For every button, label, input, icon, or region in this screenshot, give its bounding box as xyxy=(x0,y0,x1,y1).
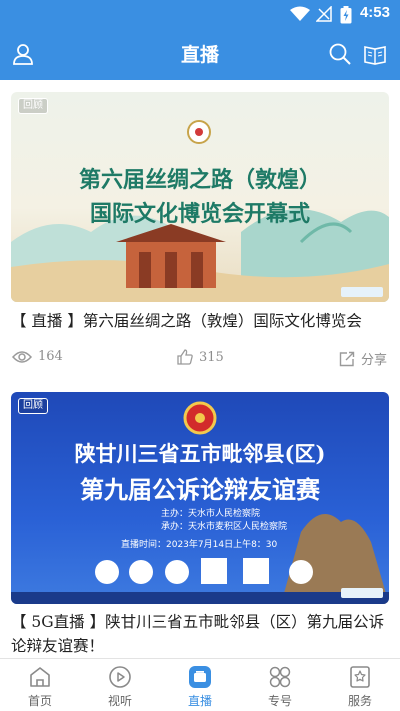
tab-video[interactable]: 视听 xyxy=(80,659,160,711)
play-icon xyxy=(109,666,131,688)
tab-label: 直播 xyxy=(187,694,212,708)
poster-subheadline: 第九届公诉论辩友谊赛 xyxy=(80,475,320,504)
poster-headline: 陕甘川三省五市毗邻县(区) xyxy=(74,441,326,466)
card-thumbnail[interactable]: 陕甘川三省五市毗邻县(区) 第九届公诉论辩友谊赛 主办：天水市人民检察院 承办：… xyxy=(11,392,389,604)
card-title[interactable]: 【 直播 】第六届丝绸之路（敦煌）国际文化博览会 xyxy=(11,309,391,333)
share-label: 分享 xyxy=(361,353,388,368)
eye-icon xyxy=(12,350,32,363)
service-icon xyxy=(350,666,370,688)
app-header: 直播 xyxy=(0,28,400,80)
card-stats: 164 315 分享 xyxy=(12,349,388,369)
reading-icon[interactable] xyxy=(363,42,387,66)
replay-badge: 回顾 xyxy=(18,398,48,414)
tab-home[interactable]: 首页 xyxy=(0,659,80,711)
thumbs-up-icon xyxy=(177,349,193,365)
share-icon xyxy=(339,351,355,366)
home-icon xyxy=(30,667,50,687)
tab-live[interactable]: 直播 xyxy=(160,659,240,711)
tab-label: 专号 xyxy=(267,694,292,708)
live-card[interactable]: 第六届丝绸之路（敦煌） 国际文化博览会开幕式 回顾 【 直播 】第六届丝绸之路（… xyxy=(0,80,400,380)
share-button[interactable]: 分享 xyxy=(339,349,387,368)
status-time: 4:53 xyxy=(359,4,390,21)
replay-badge: 回顾 xyxy=(18,98,48,114)
poster-subheadline: 国际文化博览会开幕式 xyxy=(89,201,310,227)
poster-broadcast-time: 直播时间：2023年7月14日上午8：30 xyxy=(121,540,278,550)
battery-icon xyxy=(340,6,352,24)
wifi-icon xyxy=(290,6,310,21)
signal-icon xyxy=(316,6,332,22)
like-count-value: 315 xyxy=(199,349,224,365)
poster-host: 承办：天水市麦积区人民检察院 xyxy=(161,522,288,532)
live-card[interactable]: 陕甘川三省五市毗邻县(区) 第九届公诉论辩友谊赛 主办：天水市人民检察院 承办：… xyxy=(0,380,400,658)
live-feed: 第六届丝绸之路（敦煌） 国际文化博览会开幕式 回顾 【 直播 】第六届丝绸之路（… xyxy=(0,80,400,658)
top-bar: 4:53 直播 xyxy=(0,0,400,80)
tab-services[interactable]: 服务 xyxy=(320,659,400,711)
view-count: 164 xyxy=(12,349,63,364)
poster-organizer: 主办：天水市人民检察院 xyxy=(161,509,261,519)
grid-icon xyxy=(269,666,291,688)
card-title[interactable]: 【 5G直播 】陕甘川三省五市毗邻县（区）第九届公诉论辩友谊赛！ xyxy=(11,610,391,658)
tab-label: 视听 xyxy=(107,694,132,708)
bottom-tab-bar: 首页 视听 直播 专号 服务 xyxy=(0,658,400,711)
tab-channels[interactable]: 专号 xyxy=(240,659,320,711)
tab-label: 首页 xyxy=(27,694,52,708)
live-icon xyxy=(189,666,211,688)
search-icon[interactable] xyxy=(328,42,352,66)
view-count-value: 164 xyxy=(38,349,63,364)
card-thumbnail[interactable]: 第六届丝绸之路（敦煌） 国际文化博览会开幕式 回顾 xyxy=(11,92,389,302)
status-bar: 4:53 xyxy=(0,0,400,28)
like-count[interactable]: 315 xyxy=(177,349,224,365)
tab-label: 服务 xyxy=(347,694,372,708)
poster-headline: 第六届丝绸之路（敦煌） xyxy=(78,167,321,193)
